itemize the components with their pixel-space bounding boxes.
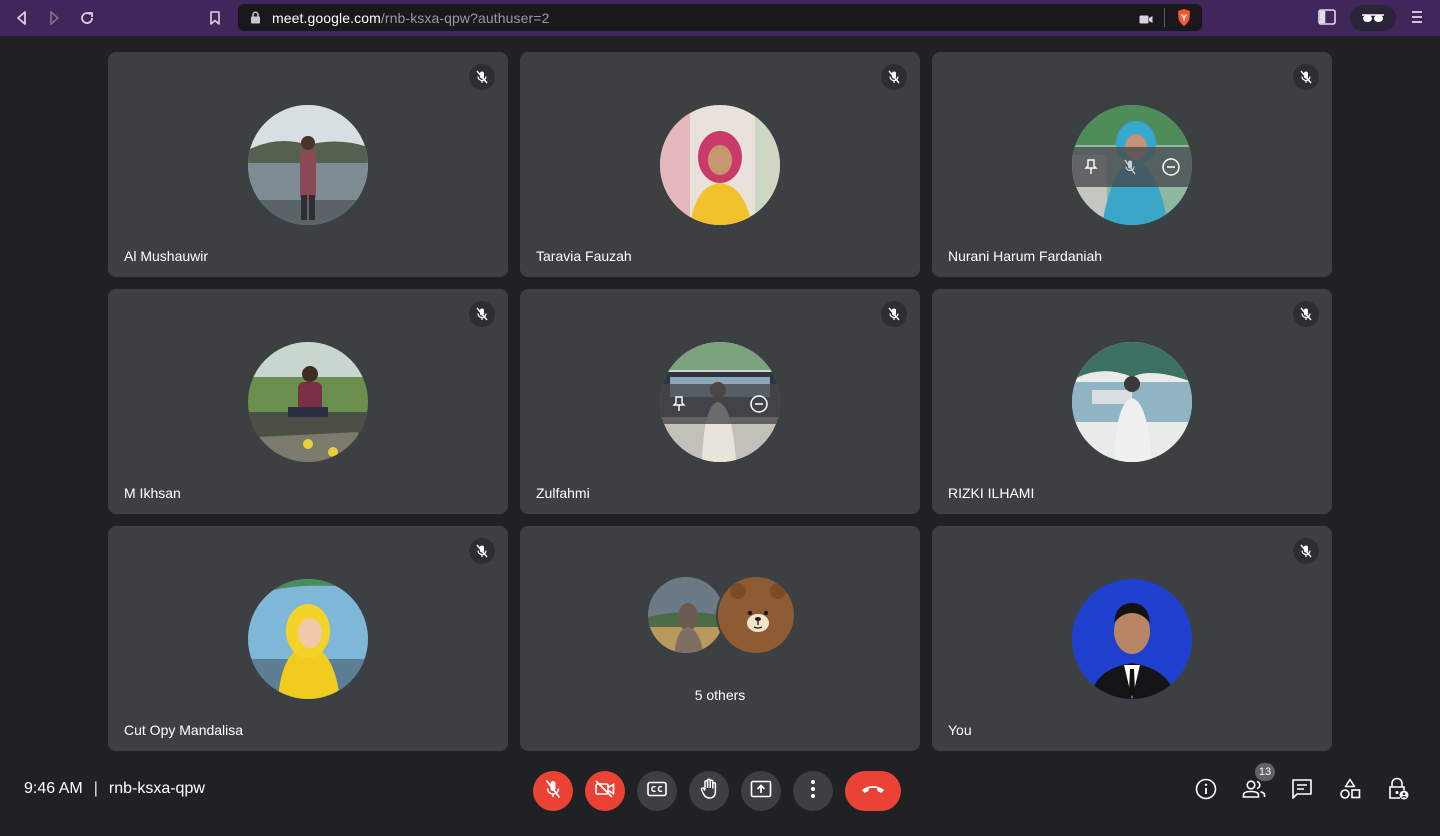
- back-arrow-icon[interactable]: [12, 8, 32, 28]
- tile-hover-controls: [1072, 147, 1192, 187]
- more-vert-icon: [810, 779, 816, 804]
- tile-hover-controls: [660, 384, 780, 424]
- address-bar[interactable]: meet.google.com/rnb-ksxa-qpw?authuser=2: [238, 4, 1202, 31]
- avatar: [248, 342, 368, 462]
- raise-hand-icon: [699, 778, 719, 805]
- people-button[interactable]: [1241, 778, 1267, 804]
- mic-off-icon: [1293, 538, 1319, 564]
- lock-person-icon: [1387, 777, 1409, 806]
- remove-icon[interactable]: [1161, 158, 1180, 176]
- mic-off-icon: [469, 538, 495, 564]
- url-divider: [1164, 8, 1165, 27]
- self-tile[interactable]: You: [932, 526, 1332, 751]
- present-screen-button[interactable]: [741, 771, 781, 811]
- raise-hand-button[interactable]: [689, 771, 729, 811]
- avatar: [1072, 105, 1192, 225]
- mic-off-icon: [469, 301, 495, 327]
- remove-icon[interactable]: [749, 395, 768, 413]
- pin-icon[interactable]: [672, 396, 687, 412]
- avatar: [1072, 579, 1192, 699]
- avatar: [248, 105, 368, 225]
- participant-name: Nurani Harum Fardaniah: [948, 248, 1103, 264]
- url-path: /rnb-ksxa-qpw?authuser=2: [380, 10, 550, 26]
- camera-toggle-button[interactable]: [585, 771, 625, 811]
- participant-tile[interactable]: Zulfahmi: [520, 289, 920, 514]
- participant-tile[interactable]: Cut Opy Mandalisa: [108, 526, 508, 751]
- activities-shapes-icon: [1339, 778, 1361, 805]
- captions-icon: [647, 781, 667, 802]
- url-host: meet.google.com: [272, 10, 381, 26]
- participant-tile[interactable]: Nurani Harum Fardaniah: [932, 52, 1332, 277]
- private-window-icon[interactable]: [1350, 5, 1396, 31]
- reload-icon[interactable]: [77, 8, 97, 28]
- browser-toolbar: meet.google.com/rnb-ksxa-qpw?authuser=2: [0, 0, 1440, 36]
- menu-icon[interactable]: [1411, 10, 1423, 29]
- mic-off-icon: [881, 301, 907, 327]
- present-screen-icon: [750, 780, 772, 803]
- brave-shields-icon[interactable]: [1176, 8, 1192, 32]
- meeting-info-separator: |: [93, 780, 98, 797]
- participant-name: RIZKI ILHAMI: [948, 485, 1035, 501]
- sidebar-toggle-icon[interactable]: [1318, 9, 1336, 30]
- mic-off-icon: [544, 779, 562, 804]
- avatar: [646, 575, 726, 655]
- participant-name: Cut Opy Mandalisa: [124, 722, 244, 738]
- meeting-time: 9:46 AM: [24, 780, 83, 797]
- activities-button[interactable]: [1337, 778, 1363, 804]
- leave-call-button[interactable]: [845, 771, 901, 811]
- pin-icon[interactable]: [1084, 159, 1099, 175]
- mic-off-icon: [469, 64, 495, 90]
- avatar: [1072, 342, 1192, 462]
- phone-hangup-icon: [860, 782, 886, 800]
- people-icon: [1242, 779, 1266, 804]
- meeting-details-button[interactable]: [1193, 778, 1219, 804]
- avatar: [660, 342, 780, 462]
- others-count-label: 5 others: [694, 687, 746, 703]
- others-tile[interactable]: 5 others: [520, 526, 920, 751]
- participant-name: Taravia Fauzah: [536, 248, 632, 264]
- participant-name: You: [948, 722, 972, 738]
- mic-off-icon: [881, 64, 907, 90]
- camera-in-use-icon[interactable]: [1139, 12, 1153, 30]
- forward-arrow-icon[interactable]: [44, 8, 64, 28]
- lock-icon: [250, 11, 261, 29]
- participant-tile[interactable]: M Ikhsan: [108, 289, 508, 514]
- meeting-code: rnb-ksxa-qpw: [108, 780, 205, 797]
- participant-tile[interactable]: Taravia Fauzah: [520, 52, 920, 277]
- info-icon: [1195, 778, 1217, 805]
- bookmark-icon[interactable]: [205, 8, 225, 28]
- mic-off-icon: [1293, 64, 1319, 90]
- more-options-button[interactable]: [793, 771, 833, 811]
- url-text: meet.google.com/rnb-ksxa-qpw?authuser=2: [272, 10, 549, 26]
- host-controls-button[interactable]: [1385, 777, 1411, 806]
- participant-tile[interactable]: Al Mushauwir: [108, 52, 508, 277]
- camera-off-icon: [594, 779, 616, 803]
- mic-off-icon: [1293, 301, 1319, 327]
- avatar: [716, 575, 796, 655]
- chat-button[interactable]: [1289, 778, 1315, 804]
- chat-icon: [1291, 778, 1313, 805]
- participant-name: Al Mushauwir: [124, 248, 209, 264]
- mic-toggle-button[interactable]: [533, 771, 573, 811]
- participant-name: M Ikhsan: [124, 485, 181, 501]
- mic-off-icon[interactable]: [1123, 159, 1137, 175]
- participant-tile[interactable]: RIZKI ILHAMI: [932, 289, 1332, 514]
- avatar: [660, 105, 780, 225]
- participant-name: Zulfahmi: [536, 485, 590, 501]
- people-count-badge: 13: [1255, 763, 1275, 781]
- captions-button[interactable]: [637, 771, 677, 811]
- avatar: [248, 579, 368, 699]
- meeting-info: 9:46 AM | rnb-ksxa-qpw: [24, 780, 205, 798]
